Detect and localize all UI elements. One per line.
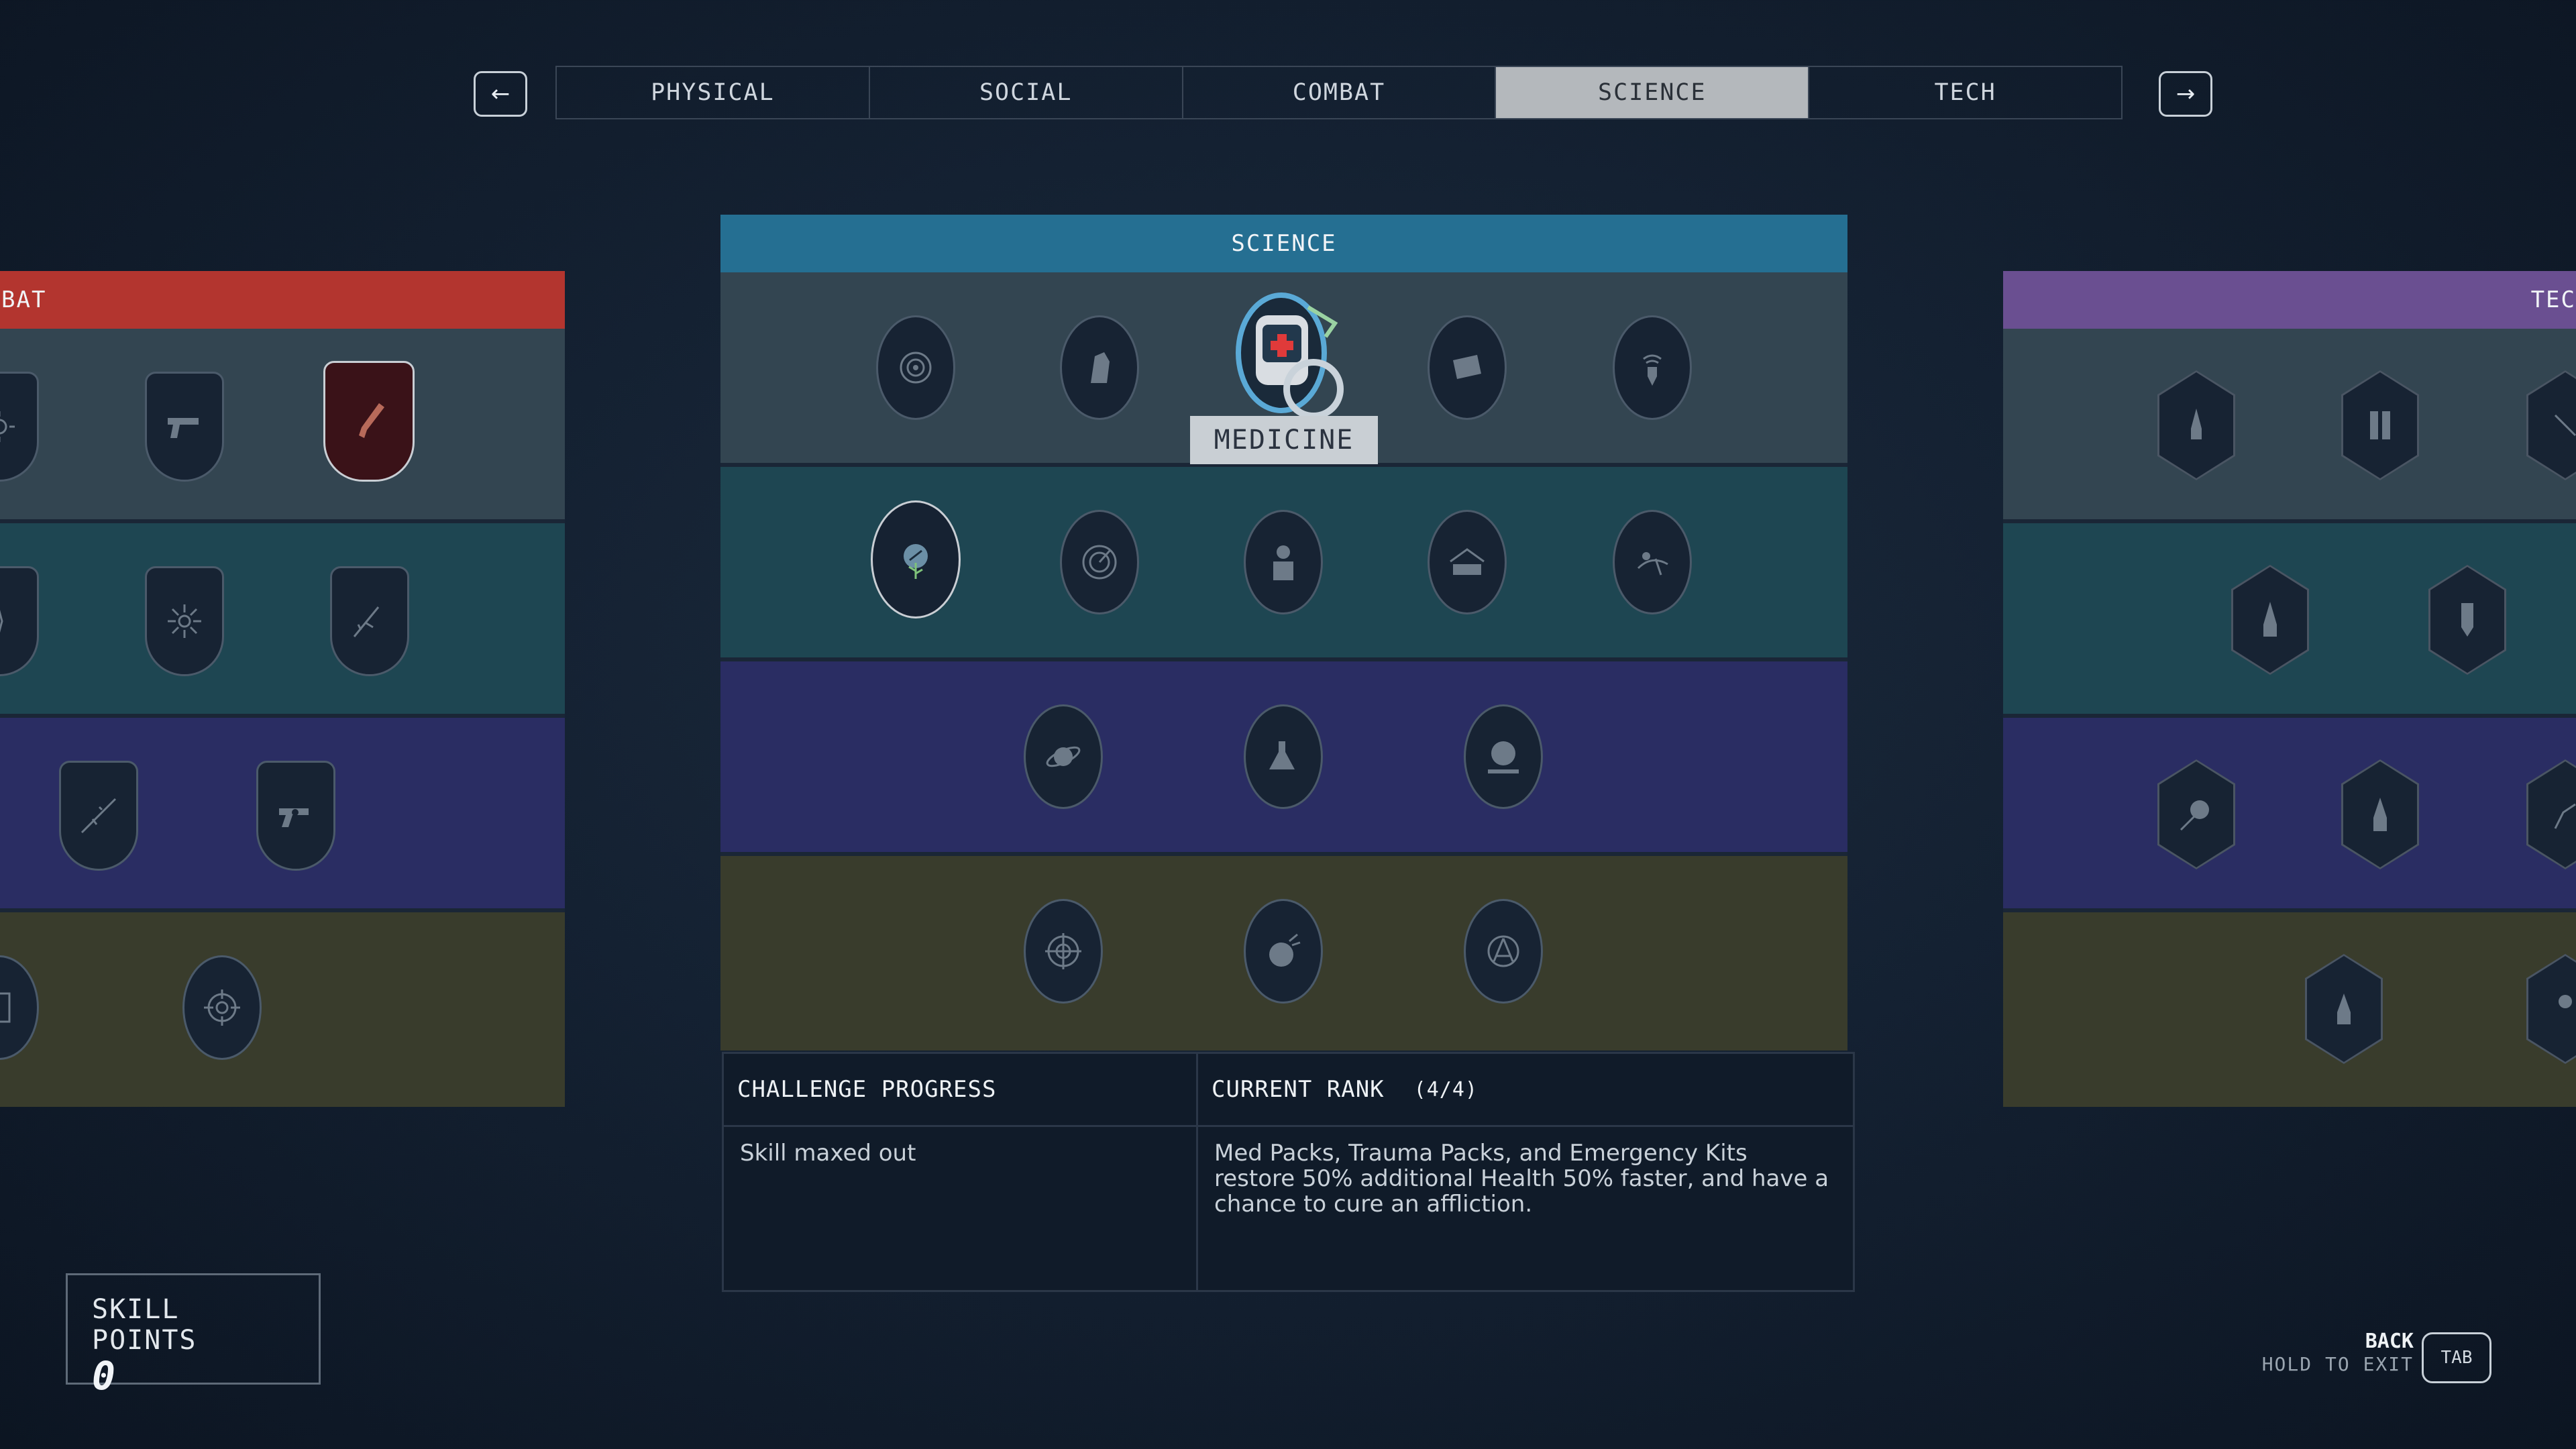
surveying-icon xyxy=(1643,354,1662,386)
tech-row-4 xyxy=(2003,912,2576,1107)
robot-arm-icon xyxy=(2554,803,2576,829)
crosshair-icon xyxy=(204,989,240,1026)
armor-icon xyxy=(0,992,11,1023)
selected-skill-tooltip: MEDICINE xyxy=(1190,416,1378,464)
science-skill-research[interactable] xyxy=(1428,315,1507,420)
arrow-left-icon: ← xyxy=(490,80,511,107)
combat-skill-shotgun[interactable] xyxy=(323,361,415,482)
skill-points-label: SKILL POINTS xyxy=(92,1294,197,1356)
chemistry-icon xyxy=(1269,741,1295,769)
science-skill-geology[interactable] xyxy=(1060,315,1139,420)
planet-launch-icon xyxy=(2180,800,2209,831)
science-skill-astronaut[interactable] xyxy=(1464,704,1543,809)
outpost-icon xyxy=(1450,548,1485,575)
tool-icon xyxy=(2554,414,2576,437)
combat-row-2 xyxy=(0,523,565,718)
tech-row-1 xyxy=(2003,329,2576,523)
mech-icon xyxy=(2559,995,2572,1008)
combat-skill-rifle[interactable] xyxy=(330,566,409,676)
medicine-icon xyxy=(1236,292,1344,419)
sun-icon xyxy=(0,411,15,442)
scanning-icon xyxy=(1082,545,1117,580)
targeting-icon xyxy=(1045,933,1081,969)
next-category-button[interactable]: → xyxy=(2159,71,2212,117)
science-skill-chemistry[interactable] xyxy=(1244,704,1323,809)
tab-physical[interactable]: PHYSICAL xyxy=(557,67,870,118)
assault-rifle-icon xyxy=(353,606,380,637)
planetary-icon xyxy=(1046,746,1081,767)
challenge-progress-title: CHALLENGE PROGRESS xyxy=(724,1054,1196,1127)
science-skill-planetology[interactable] xyxy=(1024,704,1103,809)
current-rank-value: (4/4) xyxy=(1413,1077,1478,1102)
science-skill-asteroid[interactable] xyxy=(1244,899,1323,1004)
skill-points-box: SKILL POINTS 0 xyxy=(66,1273,321,1396)
ship-engine-icon xyxy=(2370,411,2390,439)
spacesuit-icon xyxy=(1273,545,1293,580)
tech-row-3 xyxy=(2003,718,2576,912)
skill-points-value: 0 xyxy=(92,1353,115,1399)
tech-tree-header: TEC xyxy=(2003,271,2576,329)
science-skill-surveying[interactable] xyxy=(1613,315,1692,420)
current-rank-panel: CURRENT RANK (4/4) Med Packs, Trauma Pac… xyxy=(1196,1052,1855,1292)
combat-skill-revolver[interactable] xyxy=(256,761,335,871)
zoology-icon xyxy=(1637,552,1668,576)
challenge-progress-text: Skill maxed out xyxy=(740,1140,916,1167)
combat-skill-sniper[interactable] xyxy=(59,761,138,871)
sniper-icon xyxy=(80,798,117,834)
combat-row-4 xyxy=(0,912,565,1107)
science-skill-botany[interactable] xyxy=(871,500,961,619)
revolver-icon xyxy=(279,808,309,827)
skill-category-tabs: PHYSICAL SOCIAL COMBAT SCIENCE TECH xyxy=(555,66,2123,119)
back-prompt[interactable]: BACK HOLD TO EXIT xyxy=(2214,1330,2414,1375)
shotgun-icon xyxy=(359,403,384,438)
previous-category-button[interactable]: ← xyxy=(474,71,527,117)
astronaut-icon xyxy=(1488,741,1519,773)
science-tree-header: SCIENCE xyxy=(720,215,1847,272)
current-rank-description: Med Packs, Trauma Packs, and Emergency K… xyxy=(1214,1140,1829,1218)
lander-icon xyxy=(2337,994,2351,1024)
current-rank-title: CURRENT RANK xyxy=(1212,1076,1385,1103)
botany-icon xyxy=(904,544,928,579)
science-skill-targeting[interactable] xyxy=(1024,899,1103,1004)
shuttle-icon xyxy=(2373,798,2387,831)
science-skill-scanning[interactable] xyxy=(1060,510,1139,614)
combat-skill-targeting[interactable] xyxy=(182,955,262,1060)
geology-icon xyxy=(1091,352,1110,383)
rocket-icon xyxy=(2263,602,2277,637)
research-icon xyxy=(1453,355,1481,379)
tab-key-icon[interactable]: TAB xyxy=(2422,1332,2491,1383)
combat-skill-burst[interactable] xyxy=(145,566,224,676)
arrow-right-icon: → xyxy=(2176,80,2196,107)
science-skill-astrodynamics[interactable] xyxy=(876,315,955,420)
science-skill-medicine[interactable] xyxy=(1228,280,1348,421)
back-label: BACK xyxy=(2365,1330,2414,1353)
tab-combat[interactable]: COMBAT xyxy=(1183,67,1497,118)
pistol-icon xyxy=(168,418,199,438)
hold-to-exit-label: HOLD TO EXIT xyxy=(2261,1353,2414,1375)
burst-icon xyxy=(168,604,201,638)
tab-social[interactable]: SOCIAL xyxy=(870,67,1183,118)
combat-row-1 xyxy=(0,329,565,523)
sparkle-icon xyxy=(0,609,3,633)
astrodynamics-icon xyxy=(900,352,932,384)
spaceship-icon xyxy=(2191,409,2202,439)
combat-tree-header: BAT xyxy=(0,271,565,329)
science-skill-zoology[interactable] xyxy=(1613,510,1692,614)
science-skill-spacesuit[interactable] xyxy=(1244,510,1323,614)
combat-skill-pistol[interactable] xyxy=(145,372,224,482)
challenge-progress-panel: CHALLENGE PROGRESS Skill maxed out xyxy=(722,1052,1198,1292)
tab-science[interactable]: SCIENCE xyxy=(1496,67,1810,118)
science-skill-engineering[interactable] xyxy=(1464,899,1543,1004)
engineering-icon xyxy=(1487,935,1519,967)
tab-tech[interactable]: TECH xyxy=(1809,67,2121,118)
thruster-icon xyxy=(2461,603,2473,637)
science-skill-outpost[interactable] xyxy=(1428,510,1507,614)
asteroid-icon xyxy=(1269,933,1301,967)
